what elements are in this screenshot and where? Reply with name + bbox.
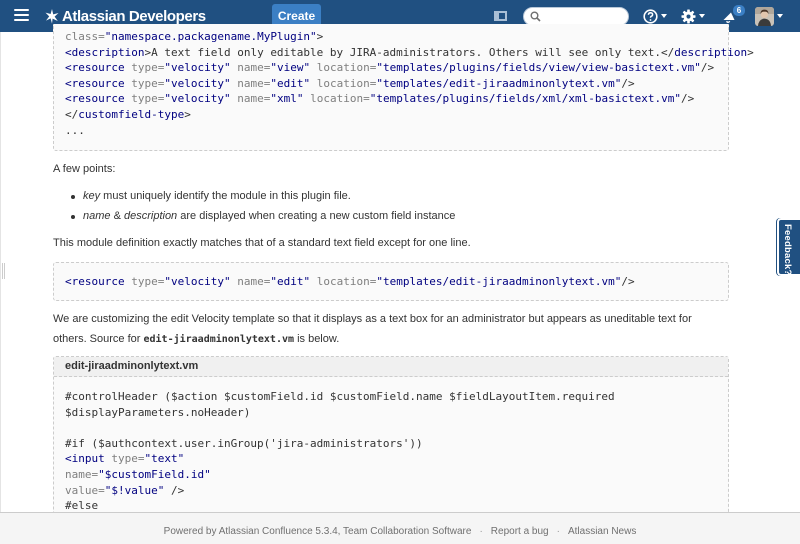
code-block-velocity-template: edit-jiraadminonlytext.vm #controlHeader… xyxy=(53,356,729,516)
chevron-down-icon xyxy=(699,14,705,18)
inline-code: edit-jiraadminonlytext.vm xyxy=(143,334,295,345)
user-menu[interactable] xyxy=(755,6,783,26)
brand-name: Atlassian Developers xyxy=(62,7,206,25)
paragraph-few-points: A few points: xyxy=(53,163,116,175)
atlassian-news-link[interactable]: Atlassian News xyxy=(568,526,636,537)
sidebar-toggle-icon[interactable] xyxy=(494,11,507,21)
menu-icon[interactable] xyxy=(14,9,29,22)
feedback-tab[interactable]: Feedback? xyxy=(777,218,800,276)
search-input[interactable] xyxy=(544,9,624,24)
code-line: value="$!value" /> xyxy=(65,483,185,497)
paragraph-customizing: We are customizing the edit Velocity tem… xyxy=(53,313,692,345)
code-line: $displayParameters.noHeader) xyxy=(65,405,251,419)
code-line: <resource type="velocity" name="edit" lo… xyxy=(65,76,635,90)
list-item: key must uniquely identify the module in… xyxy=(71,187,455,207)
footer-separator: · xyxy=(556,526,560,537)
paragraph-module-definition: This module definition exactly matches t… xyxy=(53,237,471,249)
gear-icon xyxy=(681,8,696,24)
feedback-label: Feedback? xyxy=(782,224,793,276)
code-line: class="namespace.packagename.MyPlugin"> xyxy=(65,30,324,43)
code-content: #controlHeader ($action $customField.id … xyxy=(54,377,728,514)
sidebar-resize-handle[interactable] xyxy=(2,263,5,279)
code-line: name="$customField.id" xyxy=(65,467,211,481)
help-menu[interactable] xyxy=(643,8,667,24)
notifications-button[interactable]: 6 xyxy=(722,5,745,24)
code-content: class="namespace.packagename.MyPlugin"> … xyxy=(65,29,754,138)
help-icon xyxy=(643,8,658,24)
list-item: name & description are displayed when cr… xyxy=(71,207,455,227)
code-line: ... xyxy=(65,123,85,137)
code-line: <resource type="velocity" name="xml" loc… xyxy=(65,92,695,106)
sidebar-edge xyxy=(0,32,1,512)
brand-logo[interactable]: Atlassian Developers xyxy=(44,6,206,26)
code-block-title: edit-jiraadminonlytext.vm xyxy=(54,357,728,377)
code-line: <resource type="velocity" name="view" lo… xyxy=(65,61,715,75)
footer-powered-by[interactable]: Powered by Atlassian Confluence 5.3.4, T… xyxy=(164,526,472,537)
bullet-list: key must uniquely identify the module in… xyxy=(71,187,455,226)
code-line: </customfield-type> xyxy=(65,107,191,121)
report-bug-link[interactable]: Report a bug xyxy=(491,526,549,537)
avatar xyxy=(755,6,774,26)
code-content: <resource type="velocity" name="edit" lo… xyxy=(65,274,728,290)
notification-count-badge: 6 xyxy=(733,5,745,16)
settings-menu[interactable] xyxy=(681,8,705,24)
code-line: #controlHeader ($action $customField.id … xyxy=(65,390,615,403)
code-block-resource-line: <resource type="velocity" name="edit" lo… xyxy=(53,262,729,301)
atlassian-logo-icon xyxy=(45,9,59,24)
code-line: <description>A text field only editable … xyxy=(65,45,754,59)
chevron-down-icon xyxy=(661,14,667,18)
footer: Powered by Atlassian Confluence 5.3.4, T… xyxy=(0,512,800,544)
search-icon xyxy=(530,11,541,22)
chevron-down-icon xyxy=(777,14,783,18)
code-line: #if ($authcontext.user.inGroup('jira-adm… xyxy=(65,436,423,450)
footer-separator: · xyxy=(479,526,483,537)
code-line: <resource type="velocity" name="edit" lo… xyxy=(65,275,635,288)
code-line: <input type="text" xyxy=(65,452,185,466)
code-line: #else xyxy=(65,499,99,513)
code-block-plugin-xml: class="namespace.packagename.MyPlugin"> … xyxy=(53,24,754,151)
